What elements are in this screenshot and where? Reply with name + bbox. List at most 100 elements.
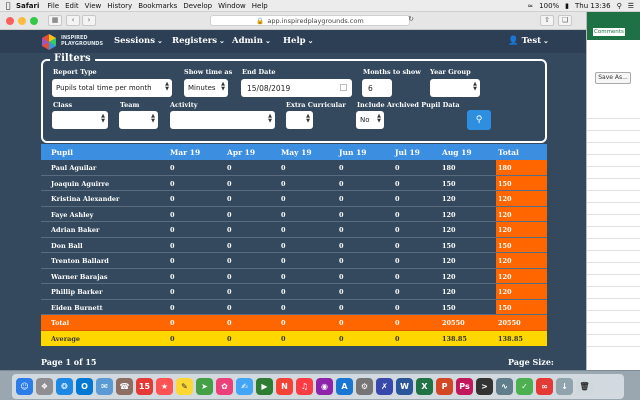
month-cell: 0 [170, 226, 175, 234]
nav-registers[interactable]: Registers ⌄ [172, 36, 225, 46]
reminders-icon[interactable]: ★ [156, 378, 173, 395]
save-as-button[interactable]: Save As... [595, 72, 631, 84]
month-cell: 0 [170, 319, 175, 327]
row-label-cell: Don Ball [51, 241, 83, 250]
table-row: Don Ball 0 0 0 0 0 150 150 [41, 237, 547, 253]
row-label-cell: Phillip Barker [51, 288, 103, 296]
facetime-icon[interactable]: ▶ [256, 378, 273, 395]
clock-text[interactable]: Thu 13:36 [575, 2, 611, 10]
zoom-window-icon[interactable] [30, 17, 38, 25]
average-row: Average 0 0 0 0 0 138.85 138.85 [41, 330, 547, 346]
menu-history[interactable]: History [107, 2, 138, 10]
year-group-select[interactable]: ▲ ▼ [430, 79, 480, 97]
month-cell: May 19 [281, 148, 312, 157]
wifi-icon[interactable]: ≈ [527, 2, 533, 10]
total-cell: 120 [498, 226, 512, 234]
month-cell: Jul 19 [395, 148, 420, 157]
podcasts-icon[interactable]: ◉ [316, 378, 333, 395]
playground-logo-icon[interactable] [40, 33, 58, 51]
end-date-input[interactable]: 15/08/2019 [241, 79, 352, 97]
calendar-icon [340, 84, 347, 91]
back-icon[interactable]: ‹ [66, 15, 80, 26]
table-row: Kristina Alexander 0 0 0 0 0 120 120 [41, 191, 547, 207]
news-icon[interactable]: N [276, 378, 293, 395]
search-button[interactable]: ⚲ [467, 110, 491, 130]
team-select[interactable]: ▲ ▼ [119, 111, 158, 129]
lock-icon: 🔒 [256, 16, 265, 25]
activity-select[interactable]: ▲ ▼ [170, 111, 275, 129]
extra-curricular-select[interactable]: ▲ ▼ [286, 111, 313, 129]
menu-file[interactable]: File [47, 2, 65, 10]
months-input[interactable]: 6 [362, 79, 392, 97]
creative-cloud-icon[interactable]: ∞ [536, 378, 553, 395]
month-cell: 0 [281, 164, 286, 172]
notes-icon[interactable]: ✎ [176, 378, 193, 395]
maps-icon[interactable]: ➤ [196, 378, 213, 395]
spreadsheet-grid[interactable] [587, 107, 640, 347]
excel-icon[interactable]: X [416, 378, 433, 395]
row-label-cell: Average [51, 334, 81, 343]
cleaner-icon[interactable]: ✓ [516, 378, 533, 395]
nav-admin[interactable]: Admin ⌄ [232, 36, 271, 46]
month-cell: 0 [281, 303, 286, 312]
menu-view[interactable]: View [85, 2, 108, 10]
word-icon[interactable]: W [396, 378, 413, 395]
month-cell: 0 [281, 195, 286, 203]
safari-icon[interactable]: ❂ [56, 378, 73, 395]
minimize-window-icon[interactable] [18, 17, 26, 25]
row-label-cell: Kristina Alexander [51, 195, 120, 203]
terminal-icon[interactable]: > [476, 378, 493, 395]
report-type-select[interactable]: Pupils total time per month ▲ ▼ [52, 79, 172, 97]
reload-icon[interactable]: ↻ [404, 15, 418, 26]
month-cell: 0 [170, 288, 175, 296]
photoshop-icon[interactable]: Ps [456, 378, 473, 395]
archived-select[interactable]: No ▲ ▼ [356, 111, 384, 129]
tabs-icon[interactable]: ❏ [558, 15, 572, 26]
music-icon[interactable]: ♫ [296, 378, 313, 395]
search-icon[interactable]: ⚲ [617, 2, 622, 10]
sidebar-icon[interactable]: ▦ [48, 15, 62, 26]
photos-icon[interactable]: ✿ [216, 378, 233, 395]
show-time-select[interactable]: Minutes ▲ ▼ [184, 79, 228, 97]
total-cell: 120 [498, 257, 512, 265]
launchpad-icon[interactable]: ❖ [36, 378, 53, 395]
outlook-icon[interactable]: O [76, 378, 93, 395]
apple-icon[interactable]:  [0, 1, 16, 10]
calendar-icon[interactable]: 15 [136, 378, 153, 395]
user-menu[interactable]: 👤 Test ⌄ [508, 36, 549, 46]
forward-icon[interactable]: › [82, 15, 96, 26]
powerpoint-icon[interactable]: P [436, 378, 453, 395]
app-store-icon[interactable]: A [336, 378, 353, 395]
class-select[interactable]: ▲ ▼ [52, 111, 108, 129]
activity-monitor-icon[interactable]: ∿ [496, 378, 513, 395]
menu-help[interactable]: Help [252, 2, 274, 10]
menu-window[interactable]: Window [218, 2, 252, 10]
messages-icon[interactable]: ✍ [236, 378, 253, 395]
xcode-icon[interactable]: ✗ [376, 378, 393, 395]
dock: ☺ ❖ ❂ O ✉ ☎ 15 ★ ✎ ➤ ✿ ✍ ▶ N ♫ ◉ A ⚙ ✗ W… [0, 370, 640, 400]
finder-icon[interactable]: ☺ [16, 378, 33, 395]
address-bar[interactable]: 🔒 app.inspiredplaygrounds.com [210, 15, 410, 26]
mail-icon[interactable]: ✉ [96, 378, 113, 395]
contacts-icon[interactable]: ☎ [116, 378, 133, 395]
month-cell: 0 [281, 334, 286, 343]
trash-icon[interactable]: 🗑 [576, 378, 593, 395]
close-window-icon[interactable] [6, 17, 14, 25]
nav-sessions[interactable]: Sessions ⌄ [114, 36, 163, 46]
row-label-cell: Paul Aguilar [51, 164, 97, 172]
select-arrows-icon: ▲ ▼ [268, 113, 272, 124]
system-preferences-icon[interactable]: ⚙ [356, 378, 373, 395]
nav-help[interactable]: Help ⌄ [283, 36, 314, 46]
downloads-folder-icon[interactable]: ↓ [556, 378, 573, 395]
comments-button[interactable]: Comments [593, 28, 625, 36]
month-cell: 0 [395, 303, 400, 312]
battery-icon[interactable]: ▮ [565, 2, 569, 10]
menu-bookmarks[interactable]: Bookmarks [138, 2, 183, 10]
menu-edit[interactable]: Edit [65, 2, 85, 10]
menu-list-icon[interactable]: ☰ [628, 2, 634, 10]
battery-text[interactable]: 100% [539, 2, 559, 10]
share-icon[interactable]: ⇧ [540, 15, 554, 26]
menu-develop[interactable]: Develop [183, 2, 218, 10]
menu-safari[interactable]: Safari [16, 2, 47, 10]
logo-text[interactable]: INSPIRED PLAYGROUNDS [61, 35, 103, 47]
